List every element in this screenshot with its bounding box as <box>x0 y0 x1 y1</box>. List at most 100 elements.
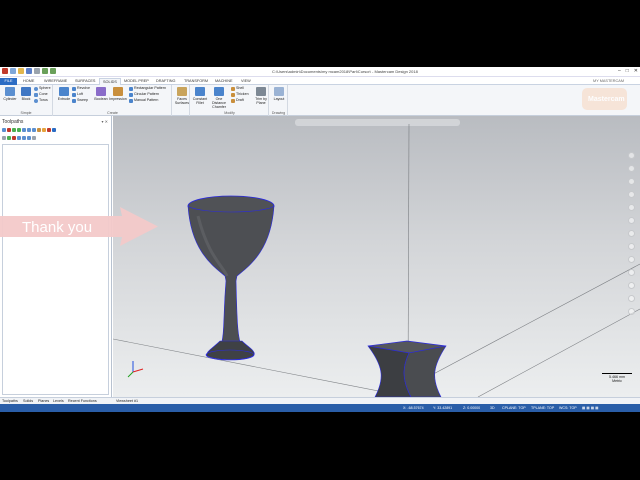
move-down-icon[interactable] <box>17 136 21 140</box>
new-icon[interactable] <box>10 68 16 74</box>
manual-pattern-button[interactable]: Manual Pattern <box>129 98 158 103</box>
impression-icon <box>113 87 123 96</box>
tab-solids[interactable]: SOLIDS <box>99 78 121 85</box>
view-iso-icon[interactable] <box>628 217 635 224</box>
view-right-icon[interactable] <box>628 204 635 211</box>
viewport-side-toolbar <box>628 152 636 321</box>
loft-button[interactable]: Loft <box>72 92 83 97</box>
thicken-button[interactable]: Thicken <box>231 92 249 97</box>
minimize-button[interactable]: – <box>618 68 621 74</box>
torus-button[interactable]: Torus <box>34 98 48 103</box>
tab-surfaces[interactable]: SURFACES <box>72 78 98 85</box>
high-feed-icon[interactable] <box>42 128 46 132</box>
save-icon[interactable] <box>26 68 32 74</box>
status-tplane[interactable]: TPLANE: TOP <box>531 406 554 410</box>
tab-home[interactable]: HOME <box>20 78 37 85</box>
help-icon[interactable] <box>52 128 56 132</box>
app-icon[interactable] <box>2 68 8 74</box>
chamfer-button[interactable]: One Distance Chamfer <box>210 87 228 109</box>
simulate-icon[interactable] <box>32 128 36 132</box>
bottom-tabs: Toolpaths Solids Planes Levels Recent Fu… <box>0 397 640 404</box>
backplot-icon[interactable] <box>22 128 26 132</box>
constant-fillet-button[interactable]: Constant Fillet <box>191 87 209 105</box>
toggle-display-icon[interactable] <box>7 136 11 140</box>
trim-by-plane-button[interactable]: Trim by Plane <box>252 87 270 105</box>
insert-arrow-icon[interactable] <box>27 136 31 140</box>
view-front-icon[interactable] <box>628 191 635 198</box>
select-failed-icon[interactable] <box>7 128 11 132</box>
draft-button[interactable]: Draft <box>231 98 244 103</box>
status-extra[interactable]: ▦ ▦ ▦ ▦ <box>582 406 599 410</box>
cone-button[interactable]: Cone <box>34 92 48 97</box>
print-icon[interactable] <box>34 68 40 74</box>
analyze-icon[interactable] <box>628 282 635 289</box>
tab-model-prep[interactable]: MODEL PREP <box>121 78 152 85</box>
shading-icon[interactable] <box>628 243 635 250</box>
group-label-simple: Simple <box>20 111 32 115</box>
post-icon[interactable] <box>37 128 41 132</box>
extrude-button[interactable]: Extrude <box>55 87 73 101</box>
open-icon[interactable] <box>18 68 24 74</box>
goblet-part[interactable] <box>187 195 275 361</box>
tab-toolpaths[interactable]: Toolpaths <box>2 399 18 403</box>
status-wcs[interactable]: WCS: TOP <box>559 406 577 410</box>
status-y: Y: 33.42891 <box>433 406 453 410</box>
hide-icon[interactable] <box>628 308 635 315</box>
undo-icon[interactable] <box>42 68 48 74</box>
verify-icon[interactable] <box>27 128 31 132</box>
tab-levels[interactable]: Levels <box>53 399 64 403</box>
tab-wireframe[interactable]: WIREFRAME <box>41 78 70 85</box>
layout-button[interactable]: Layout <box>270 87 288 101</box>
tab-planes[interactable]: Planes <box>38 399 49 403</box>
regen-dirty-icon[interactable] <box>17 128 21 132</box>
impression-button[interactable]: Impression <box>109 87 127 101</box>
maximize-button[interactable]: □ <box>626 68 629 74</box>
tab-drafting[interactable]: DRAFTING <box>153 78 178 85</box>
sweep-button[interactable]: Sweep <box>72 98 88 103</box>
regenerate-icon[interactable] <box>12 128 16 132</box>
tab-recent-functions[interactable]: Recent Functions <box>68 399 97 403</box>
toolpaths-tree[interactable] <box>2 144 109 395</box>
zoom-icon[interactable] <box>628 152 635 159</box>
ribbon-tabs: FILE HOME WIREFRAME SURFACES SOLIDS MODE… <box>0 77 640 85</box>
tab-transform[interactable]: TRANSFORM <box>181 78 211 85</box>
rectangular-pattern-button[interactable]: Rectangular Pattern <box>129 86 166 91</box>
tab-solids-manager[interactable]: Solids <box>23 399 33 403</box>
fit-icon[interactable] <box>628 165 635 172</box>
view-top-icon[interactable] <box>628 178 635 185</box>
panel-controls[interactable]: ▾ ✕ <box>102 119 108 124</box>
thank-you-text: Thank you <box>22 219 92 236</box>
close-button[interactable]: ✕ <box>634 68 638 74</box>
my-mastercam-link[interactable]: MY MASTERCAM <box>593 79 624 83</box>
boolean-button[interactable]: Boolean <box>92 87 110 101</box>
status-mode[interactable]: 3D <box>490 406 495 410</box>
redo-icon[interactable] <box>50 68 56 74</box>
move-up-icon[interactable] <box>22 136 26 140</box>
sphere-button[interactable]: Sphere <box>34 86 51 91</box>
scroll-to-icon[interactable] <box>32 136 36 140</box>
viewsheet-tab[interactable]: Viewsheet #1 <box>116 399 138 403</box>
block-button[interactable]: Block <box>17 87 35 101</box>
select-all-icon[interactable] <box>2 128 6 132</box>
tab-view[interactable]: VIEW <box>238 78 254 85</box>
revolve-icon <box>72 86 76 91</box>
tab-file[interactable]: FILE <box>0 78 17 85</box>
clear-colors-icon[interactable] <box>628 295 635 302</box>
pedestal-part[interactable] <box>367 340 447 397</box>
group-create: Extrude Revolve Loft Sweep Boolean Impre… <box>54 85 172 116</box>
toggle-posting-icon[interactable] <box>12 136 16 140</box>
circular-pattern-button[interactable]: Circular Pattern <box>129 92 159 97</box>
tab-machine[interactable]: MACHINE <box>212 78 236 85</box>
status-cplane[interactable]: CPLANE: TOP <box>502 406 526 410</box>
graphics-viewport[interactable]: 5.466 mm Metric <box>113 116 640 397</box>
rotate-icon[interactable] <box>628 230 635 237</box>
revolve-button[interactable]: Revolve <box>72 86 90 91</box>
translucency-icon[interactable] <box>628 269 635 276</box>
wireframe-icon[interactable] <box>628 256 635 263</box>
lock-icon[interactable] <box>2 136 6 140</box>
status-x: X: -68.57674 <box>403 406 424 410</box>
shell-button[interactable]: Shell <box>231 86 244 91</box>
group-label-modify: Modify <box>224 111 235 115</box>
delete-icon[interactable] <box>47 128 51 132</box>
faces-surfaces-button[interactable]: Faces Surfaces <box>173 87 191 105</box>
